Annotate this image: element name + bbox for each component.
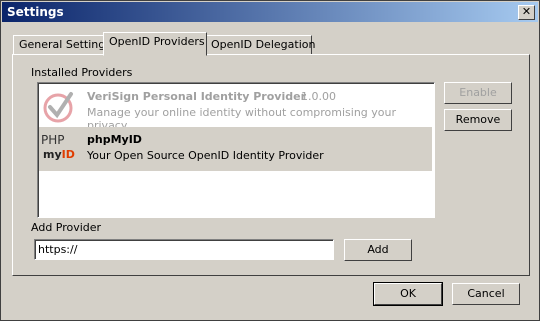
verisign-check-icon (41, 88, 75, 124)
installed-providers-label: Installed Providers (31, 66, 133, 79)
close-button[interactable]: ✕ (518, 5, 535, 20)
logo-text-my: my (43, 148, 62, 161)
provider-version: 1.0.00 (301, 90, 336, 103)
logo-text-myid: myID (43, 148, 75, 161)
window-title: Settings (7, 5, 64, 19)
tab-openid-providers[interactable]: OpenID Providers (103, 32, 207, 56)
add-button[interactable]: Add (344, 239, 412, 261)
provider-url-input[interactable] (34, 239, 334, 260)
title-bar[interactable]: Settings ✕ (2, 2, 538, 22)
remove-button[interactable]: Remove (444, 109, 512, 131)
add-provider-label: Add Provider (31, 221, 102, 234)
provider-name: phpMyID (87, 133, 142, 146)
tab-label: OpenID Providers (109, 35, 205, 48)
tab-label: General Settings (19, 38, 111, 51)
ok-button[interactable]: OK (373, 282, 443, 306)
provider-item-phpmyid[interactable]: PHP myID phpMyID Your Open Source OpenID… (39, 127, 432, 171)
providers-list[interactable]: VeriSign Personal Identity Provider 1.0.… (37, 82, 435, 218)
provider-item-verisign[interactable]: VeriSign Personal Identity Provider 1.0.… (39, 84, 432, 132)
tab-label: OpenID Delegation (211, 38, 316, 51)
tab-openid-delegation[interactable]: OpenID Delegation (205, 35, 316, 56)
provider-description: Your Open Source OpenID Identity Provide… (87, 149, 324, 162)
enable-button[interactable]: Enable (444, 82, 512, 104)
logo-text-php: PHP (41, 133, 65, 147)
tab-general-settings[interactable]: General Settings (13, 35, 113, 56)
close-icon: ✕ (521, 5, 532, 18)
phpmyid-logo-icon: PHP myID (41, 131, 75, 167)
logo-text-id: ID (61, 148, 75, 161)
provider-name: VeriSign Personal Identity Provider (87, 90, 306, 103)
cancel-button[interactable]: Cancel (452, 283, 520, 305)
